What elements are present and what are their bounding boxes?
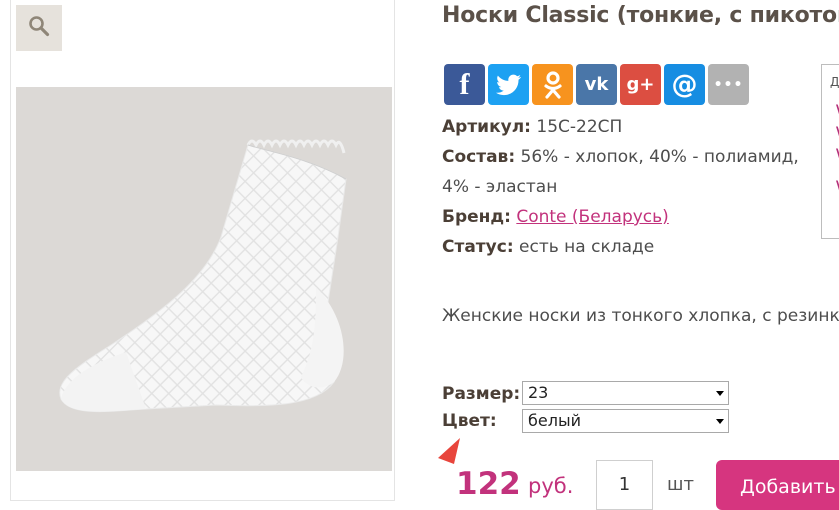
mail-icon: @ (671, 69, 698, 100)
status-label: Статус: (442, 237, 514, 257)
side-box-title: Д (830, 75, 839, 89)
more-share-button[interactable]: ••• (708, 64, 749, 105)
composition-value: 56% - хлопок, 40% - полиамид, (520, 147, 799, 167)
twitter-share-button[interactable] (488, 64, 529, 105)
product-title: Носки Classic (тонкие, с пикотом) (442, 3, 839, 28)
product-properties: Артикул: 15С-22СП Состав: 56% - хлопок, … (442, 112, 822, 262)
price-arrow-icon (438, 438, 460, 464)
price-currency: руб. (528, 474, 574, 498)
brand-row: Бренд: Conte (Беларусь) (442, 202, 822, 232)
size-select[interactable]: 23 (522, 381, 729, 405)
article-label: Артикул: (442, 117, 531, 137)
article-value: 15С-22СП (536, 117, 623, 137)
quantity-input[interactable]: 1 (596, 460, 653, 510)
vk-share-button[interactable]: vk (576, 64, 617, 105)
quantity-unit: шт (667, 474, 694, 495)
add-to-cart-button[interactable]: Добавить в корзину (716, 460, 839, 510)
odnoklassniki-icon (543, 70, 562, 99)
vk-icon: vk (584, 74, 609, 95)
side-info-box: Д \ \ \ \ (821, 64, 839, 239)
composition-row-continued: 4% - эластан (442, 172, 822, 202)
googleplus-share-button[interactable]: g+ (620, 64, 661, 105)
composition-value-continued: 4% - эластан (442, 177, 558, 197)
color-label: Цвет: (442, 411, 497, 431)
chevron-down-icon (716, 419, 724, 424)
sock-image (16, 87, 392, 471)
zoom-button[interactable] (16, 5, 62, 51)
composition-label: Состав: (442, 147, 516, 167)
mail-share-button[interactable]: @ (664, 64, 705, 105)
status-row: Статус: есть на складе (442, 232, 822, 262)
product-photo[interactable] (16, 87, 392, 471)
color-select[interactable]: белый (522, 409, 729, 433)
magnifier-icon (27, 14, 51, 42)
googleplus-icon: g+ (626, 74, 655, 95)
facebook-icon: f (459, 67, 470, 101)
odnoklassniki-share-button[interactable] (532, 64, 573, 105)
twitter-icon (495, 74, 521, 95)
brand-label: Бренд: (442, 207, 511, 227)
price-value: 122 (456, 466, 521, 502)
share-buttons: f vk g+ @ ••• (444, 64, 749, 105)
composition-row: Состав: 56% - хлопок, 40% - полиамид, (442, 142, 822, 172)
more-icon: ••• (713, 76, 744, 93)
chevron-down-icon (716, 391, 724, 396)
size-value: 23 (528, 383, 549, 402)
color-value: белый (528, 411, 581, 430)
facebook-share-button[interactable]: f (444, 64, 485, 105)
status-value: есть на складе (519, 237, 655, 257)
product-description: Женские носки из тонкого хлопка, с резин… (442, 306, 839, 326)
size-label: Размер: (442, 384, 521, 404)
brand-link[interactable]: Conte (Беларусь) (516, 207, 668, 227)
article-row: Артикул: 15С-22СП (442, 112, 822, 142)
product-image-panel (10, 0, 395, 501)
